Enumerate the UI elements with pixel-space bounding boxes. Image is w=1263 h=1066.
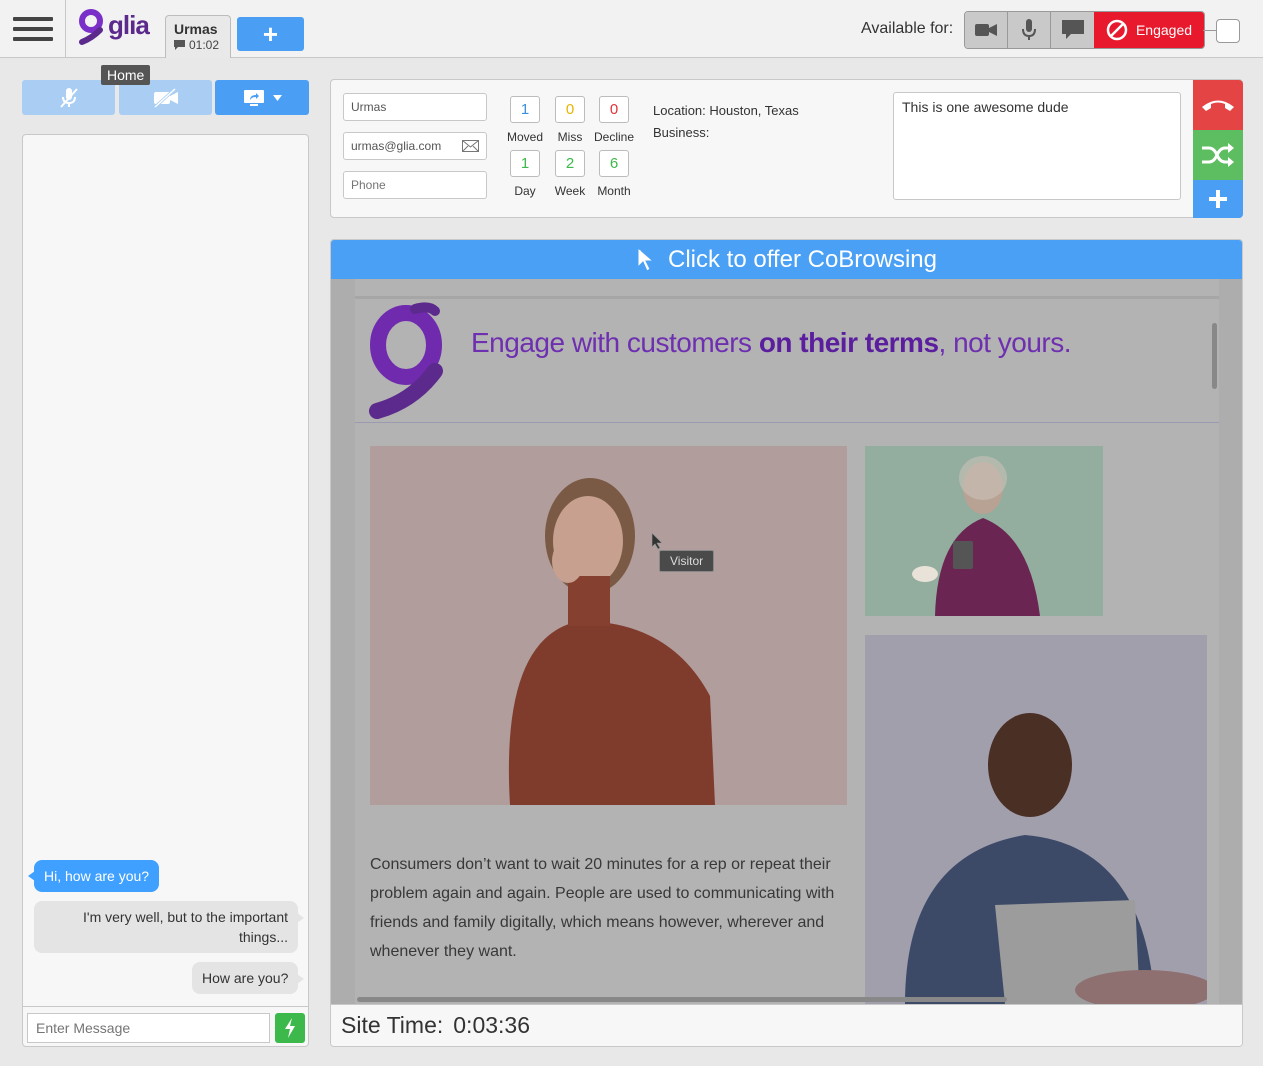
cobrowse-panel: Click to offer CoBrowsing Engage with cu…	[330, 239, 1243, 1047]
woman-with-tea-photo	[865, 446, 1103, 616]
chat-message-operator: How are you?	[192, 962, 305, 994]
glia-logo-icon	[79, 9, 103, 45]
end-engagement-button[interactable]	[1193, 80, 1243, 130]
available-for-label: Available for:	[861, 20, 954, 37]
chevron-down-icon	[272, 94, 282, 101]
chat-availability-button[interactable]	[1051, 12, 1094, 48]
chat-panel: Hi, how are you? I'm very well, but to t…	[22, 134, 309, 1047]
home-tooltip: Home	[101, 65, 151, 85]
video-availability-button[interactable]	[965, 12, 1008, 48]
microphone-muted-icon	[59, 87, 78, 108]
visitor-phone-field[interactable]	[343, 171, 487, 199]
visitor-cursor-icon	[651, 532, 663, 550]
stat-day-value: 1	[510, 150, 540, 177]
video-off-icon	[153, 87, 178, 108]
stat-month-label: Month	[597, 184, 631, 198]
site-time: Site Time: 0:03:36	[331, 1004, 1242, 1046]
no-entry-icon	[1106, 19, 1128, 41]
vertical-scrollbar[interactable]	[1212, 323, 1217, 389]
stat-month-value: 6	[599, 150, 629, 177]
visitor-notes[interactable]: This is one awesome dude	[893, 92, 1181, 200]
stat-decline-value: 0	[599, 96, 629, 123]
glia-brand-logo	[369, 302, 443, 419]
shuffle-icon	[1202, 143, 1234, 167]
mute-microphone-button[interactable]	[22, 80, 115, 115]
visitor-info-panel: 1 0 0 Moved Miss Decline 1 2 6 Day Week …	[330, 79, 1243, 218]
hero-headline: Engage with customers on their terms, no…	[471, 327, 1072, 358]
microphone-icon	[1022, 19, 1036, 40]
home-logo[interactable]: glia	[78, 8, 150, 48]
lightning-icon	[285, 1018, 295, 1038]
engaged-status-button[interactable]: Engaged	[1094, 12, 1204, 48]
visitor-page: Engage with customers on their terms, no…	[355, 279, 1219, 1004]
screen-share-icon	[243, 89, 264, 106]
horizontal-scrollbar[interactable]	[357, 997, 1007, 1002]
chat-bubble-icon	[174, 40, 185, 50]
plus-icon	[1209, 190, 1227, 208]
site-time-label: Site Time:	[341, 1012, 444, 1038]
mail-icon	[462, 140, 479, 152]
screen-share-button[interactable]	[215, 80, 309, 115]
availability-checkbox[interactable]	[1216, 19, 1240, 43]
menu-button[interactable]	[0, 0, 66, 58]
visitor-business: Business:	[653, 125, 710, 140]
visitor-cursor-label: Visitor	[659, 550, 715, 572]
hamburger-icon	[12, 17, 53, 21]
woman-on-phone-photo	[370, 446, 847, 805]
message-input[interactable]	[27, 1013, 270, 1043]
engagement-timer: 01:02	[189, 38, 220, 52]
availability-toggles: Engaged	[964, 11, 1205, 49]
chat-icon	[1061, 20, 1084, 39]
cursor-icon	[637, 246, 655, 272]
add-tab-button[interactable]: +	[237, 17, 304, 51]
stat-miss-value: 0	[555, 96, 585, 123]
site-time-value: 0:03:36	[453, 1012, 531, 1038]
send-message-button[interactable]	[275, 1013, 305, 1043]
engagement-tab-urmas[interactable]: Urmas 01:02	[165, 15, 231, 58]
chat-composer	[23, 1006, 308, 1046]
chat-message-visitor: Hi, how are you?	[27, 860, 160, 892]
top-bar: glia Urmas 01:02 + Available for: Engage…	[0, 0, 1263, 58]
hero-body-text: Consumers don’t want to wait 20 minutes …	[370, 856, 835, 960]
visitor-screen-view: Engage with customers on their terms, no…	[331, 279, 1242, 1004]
stat-week-value: 2	[555, 150, 585, 177]
chat-message-operator: I'm very well, but to the important thin…	[34, 901, 304, 953]
stat-decline-label: Decline	[593, 130, 635, 144]
add-participant-button[interactable]	[1193, 180, 1243, 218]
audio-availability-button[interactable]	[1008, 12, 1051, 48]
engagement-tab-name: Urmas	[174, 21, 218, 37]
stat-moved-value: 1	[510, 96, 540, 123]
logo-text: glia	[108, 9, 150, 40]
man-with-laptop-photo	[865, 635, 1215, 1004]
visitor-name-field[interactable]	[343, 93, 487, 121]
transfer-button[interactable]	[1193, 130, 1243, 180]
video-camera-icon	[975, 24, 997, 36]
offer-cobrowsing-button[interactable]: Click to offer CoBrowsing	[331, 240, 1242, 279]
engaged-label: Engaged	[1135, 22, 1193, 38]
visitor-location: Location: Houston, Texas	[653, 103, 799, 118]
hang-up-icon	[1202, 100, 1234, 111]
toggle-video-button[interactable]	[119, 80, 212, 115]
cobrowse-banner-label: Click to offer CoBrowsing	[668, 245, 937, 273]
